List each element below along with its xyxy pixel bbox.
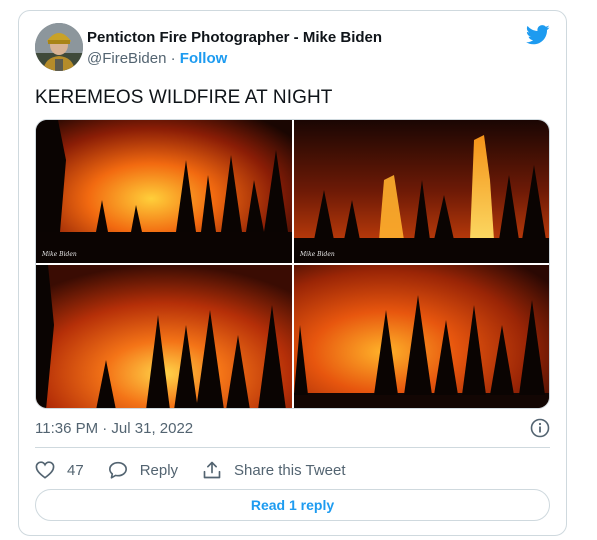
author-handle[interactable]: @FireBiden — [87, 50, 166, 67]
photographer-signature: Mike Biden — [42, 251, 77, 258]
media-grid: Mike Biden Mike Biden — [35, 119, 550, 409]
share-icon — [203, 461, 221, 479]
author-handle-row: @FireBiden · Follow — [87, 50, 227, 67]
wildfire-photo-1[interactable]: Mike Biden — [36, 120, 292, 263]
reply-label: Reply — [139, 461, 179, 479]
author-name[interactable]: Penticton Fire Photographer - Mike Biden — [87, 29, 382, 46]
wildfire-photo-4[interactable] — [294, 265, 549, 408]
tweet-timestamp[interactable]: 11:36 PM · Jul 31, 2022 — [35, 420, 193, 437]
tweet-actions: 47 Reply Share this Tweet — [35, 459, 370, 481]
info-icon[interactable] — [530, 418, 550, 438]
like-count: 47 — [67, 461, 84, 479]
divider — [35, 447, 550, 448]
reply-bubble-icon — [108, 461, 127, 479]
tweet-embed-card: Penticton Fire Photographer - Mike Biden… — [18, 10, 567, 536]
photographer-signature: Mike Biden — [300, 251, 335, 258]
tweet-text: KEREMEOS WILDFIRE AT NIGHT — [35, 87, 333, 108]
twitter-bird-icon[interactable] — [525, 25, 550, 45]
heart-icon — [35, 461, 55, 479]
handle-separator: · — [166, 50, 180, 67]
author-avatar[interactable] — [35, 23, 83, 71]
wildfire-photo-2[interactable]: Mike Biden — [294, 120, 549, 263]
share-button[interactable]: Share this Tweet — [202, 460, 346, 480]
like-button[interactable]: 47 — [35, 461, 84, 479]
follow-link[interactable]: Follow — [180, 50, 228, 67]
read-replies-button[interactable]: Read 1 reply — [35, 489, 550, 521]
share-label: Share this Tweet — [234, 461, 346, 479]
reply-button[interactable]: Reply — [108, 461, 178, 479]
wildfire-photo-3[interactable] — [36, 265, 292, 408]
